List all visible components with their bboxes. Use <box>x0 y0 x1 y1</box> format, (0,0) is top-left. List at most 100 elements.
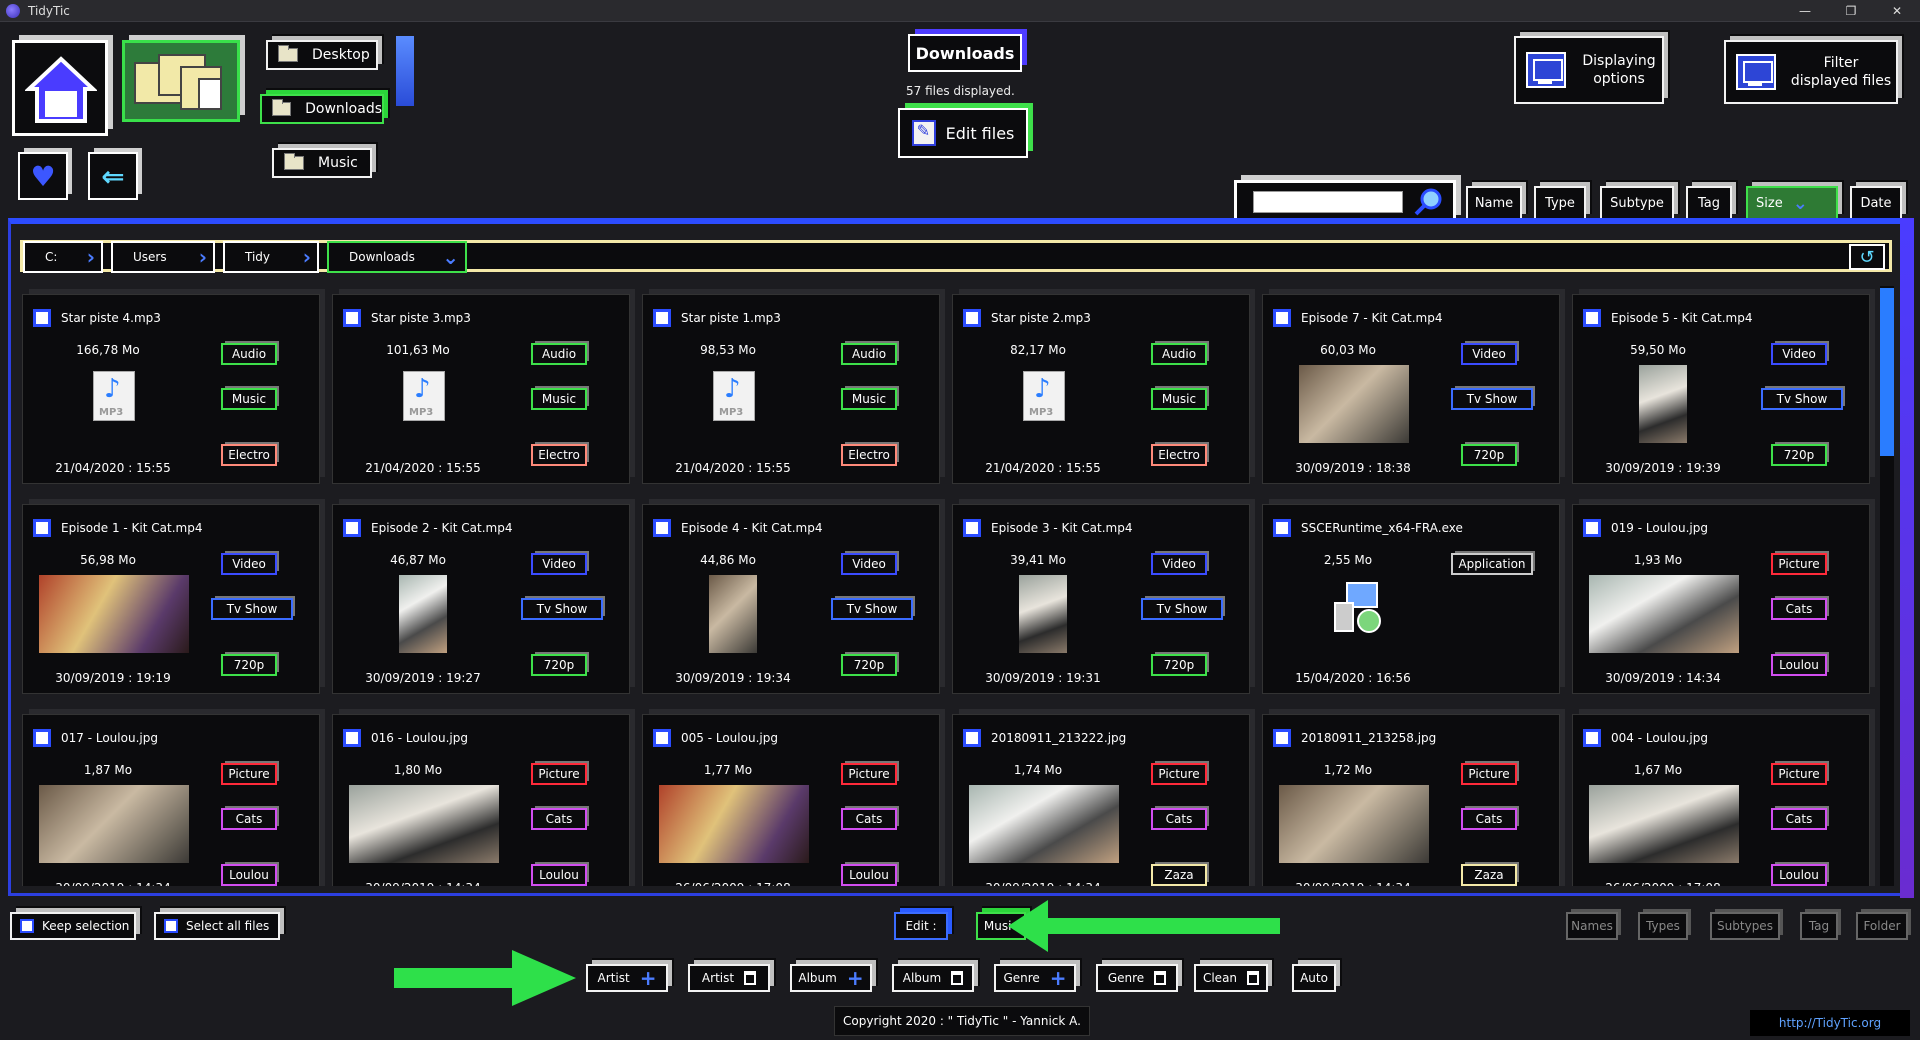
action-genre-plus[interactable]: Genre + <box>994 964 1076 992</box>
file-tag[interactable]: Video <box>841 553 897 575</box>
file-select-checkbox[interactable] <box>1273 729 1291 747</box>
minimize-button[interactable]: — <box>1782 0 1828 22</box>
file-tag[interactable]: Cats <box>1771 808 1827 830</box>
file-tag[interactable]: Cats <box>841 808 897 830</box>
file-tag[interactable]: Tv Show <box>1761 388 1843 410</box>
file-card[interactable]: Star piste 1.mp3 98,53 Mo 21/04/2020 : 15:… <box>642 294 940 484</box>
file-card[interactable]: Episode 5 - Kit Cat.mp4 59,50 Mo 30/09/201… <box>1572 294 1870 484</box>
displaying-options-button[interactable]: Displaying options <box>1514 36 1664 104</box>
action-album-plus[interactable]: Album + <box>790 964 872 992</box>
quick-desktop-button[interactable]: Desktop <box>266 40 378 70</box>
crumb-tidy[interactable]: Tidy › <box>223 241 319 273</box>
file-tag[interactable]: 720p <box>1151 654 1207 676</box>
file-tag[interactable]: Music <box>531 388 587 410</box>
rename-subtypes-button[interactable]: Subtypes <box>1710 912 1780 940</box>
file-select-checkbox[interactable] <box>653 309 671 327</box>
file-tag[interactable]: Loulou <box>1771 864 1827 886</box>
file-card[interactable]: Episode 2 - Kit Cat.mp4 46,87 Mo 30/09/201… <box>332 504 630 694</box>
sort-type-button[interactable]: Type <box>1534 186 1586 220</box>
file-card[interactable]: Episode 4 - Kit Cat.mp4 44,86 Mo 30/09/201… <box>642 504 940 694</box>
sort-size-button[interactable]: Size ⌄ <box>1746 186 1838 220</box>
filter-files-button[interactable]: Filter displayed files <box>1724 40 1898 104</box>
file-card[interactable]: 20180911_213222.jpg 1,74 Mo 30/09/2019 : 1… <box>952 714 1250 886</box>
file-tag[interactable]: Picture <box>1461 763 1517 785</box>
file-tag[interactable]: Audio <box>531 343 587 365</box>
file-card[interactable]: Star piste 4.mp3 166,78 Mo 21/04/2020 : 15… <box>22 294 320 484</box>
file-card[interactable]: 017 - Loulou.jpg 1,87 Mo 30/09/2019 : 14:3… <box>22 714 320 886</box>
file-tag[interactable]: Audio <box>841 343 897 365</box>
file-card[interactable]: 20180911_213258.jpg 1,72 Mo 30/09/2019 : 1… <box>1262 714 1560 886</box>
file-tag[interactable]: Loulou <box>1771 654 1827 676</box>
file-select-checkbox[interactable] <box>653 729 671 747</box>
file-select-checkbox[interactable] <box>33 729 51 747</box>
file-tag[interactable]: Electro <box>531 444 587 466</box>
file-tag[interactable]: Loulou <box>841 864 897 886</box>
file-card[interactable]: Star piste 2.mp3 82,17 Mo 21/04/2020 : 15:… <box>952 294 1250 484</box>
crumb-downloads[interactable]: Downloads ⌄ <box>327 241 467 273</box>
file-select-checkbox[interactable] <box>1273 519 1291 537</box>
website-link[interactable]: http://TidyTic.org <box>1750 1010 1910 1036</box>
file-tag[interactable]: Music <box>841 388 897 410</box>
file-select-checkbox[interactable] <box>343 729 361 747</box>
file-tag[interactable]: Picture <box>221 763 277 785</box>
action-genre-trash[interactable]: Genre <box>1096 964 1178 992</box>
file-tag[interactable]: Video <box>221 553 277 575</box>
file-select-checkbox[interactable] <box>1583 309 1601 327</box>
file-card[interactable]: SSCERuntime_x64-FRA.exe 2,55 Mo 15/04/2020… <box>1262 504 1560 694</box>
file-select-checkbox[interactable] <box>1583 519 1601 537</box>
file-tag[interactable]: Music <box>1151 388 1207 410</box>
file-tag[interactable]: Cats <box>221 808 277 830</box>
file-tag[interactable]: Picture <box>1771 553 1827 575</box>
sort-subtype-button[interactable]: Subtype <box>1600 186 1674 220</box>
close-button[interactable]: ✕ <box>1874 0 1920 22</box>
file-tag[interactable]: Tv Show <box>521 598 603 620</box>
file-tag[interactable]: Picture <box>1151 763 1207 785</box>
file-tag[interactable]: Zaza <box>1461 864 1517 886</box>
file-tag[interactable]: Video <box>531 553 587 575</box>
file-card[interactable]: Episode 1 - Kit Cat.mp4 56,98 Mo 30/09/201… <box>22 504 320 694</box>
file-select-checkbox[interactable] <box>963 729 981 747</box>
search-icon[interactable] <box>1413 187 1443 217</box>
files-view-button[interactable] <box>122 40 240 122</box>
rename-folder-button[interactable]: Folder <box>1856 912 1908 940</box>
home-button[interactable] <box>12 40 108 136</box>
file-select-checkbox[interactable] <box>963 309 981 327</box>
keep-selection-button[interactable]: Keep selection <box>10 912 136 940</box>
file-card[interactable]: 005 - Loulou.jpg 1,77 Mo 26/06/2009 : 17:0… <box>642 714 940 886</box>
file-tag[interactable]: Audio <box>221 343 277 365</box>
select-all-button[interactable]: Select all files <box>154 912 280 940</box>
file-card[interactable]: Star piste 3.mp3 101,63 Mo 21/04/2020 : 15… <box>332 294 630 484</box>
file-tag[interactable]: Picture <box>1771 763 1827 785</box>
sort-tag-button[interactable]: Tag <box>1686 186 1732 220</box>
file-tag[interactable]: Tv Show <box>831 598 913 620</box>
file-tag[interactable]: Video <box>1461 343 1517 365</box>
file-tag[interactable]: Application <box>1451 553 1533 575</box>
action-clean-trash[interactable]: Clean <box>1194 964 1268 992</box>
action-auto-button[interactable]: Auto <box>1292 964 1336 992</box>
rename-types-button[interactable]: Types <box>1638 912 1688 940</box>
file-tag[interactable]: Video <box>1771 343 1827 365</box>
file-tag[interactable]: Tv Show <box>1141 598 1223 620</box>
back-button[interactable]: ⇐ <box>88 152 138 200</box>
file-tag[interactable]: Loulou <box>531 864 587 886</box>
search-input[interactable] <box>1253 191 1403 213</box>
rename-names-button[interactable]: Names <box>1566 912 1618 940</box>
file-tag[interactable]: Loulou <box>221 864 277 886</box>
file-select-checkbox[interactable] <box>653 519 671 537</box>
file-select-checkbox[interactable] <box>33 519 51 537</box>
action-album-trash[interactable]: Album <box>892 964 974 992</box>
sort-name-button[interactable]: Name <box>1466 186 1522 220</box>
file-tag[interactable]: Cats <box>1771 598 1827 620</box>
file-tag[interactable]: Electro <box>221 444 277 466</box>
file-tag[interactable]: Tv Show <box>1451 388 1533 410</box>
refresh-button[interactable]: ↺ <box>1849 244 1885 270</box>
file-tag[interactable]: 720p <box>1771 444 1827 466</box>
file-select-checkbox[interactable] <box>343 309 361 327</box>
file-tag[interactable]: Picture <box>531 763 587 785</box>
file-select-checkbox[interactable] <box>963 519 981 537</box>
quick-access-scrollbar[interactable] <box>396 36 414 106</box>
file-tag[interactable]: Audio <box>1151 343 1207 365</box>
maximize-button[interactable]: ❐ <box>1828 0 1874 22</box>
file-select-checkbox[interactable] <box>33 309 51 327</box>
crumb-drive[interactable]: C: › <box>23 241 103 273</box>
